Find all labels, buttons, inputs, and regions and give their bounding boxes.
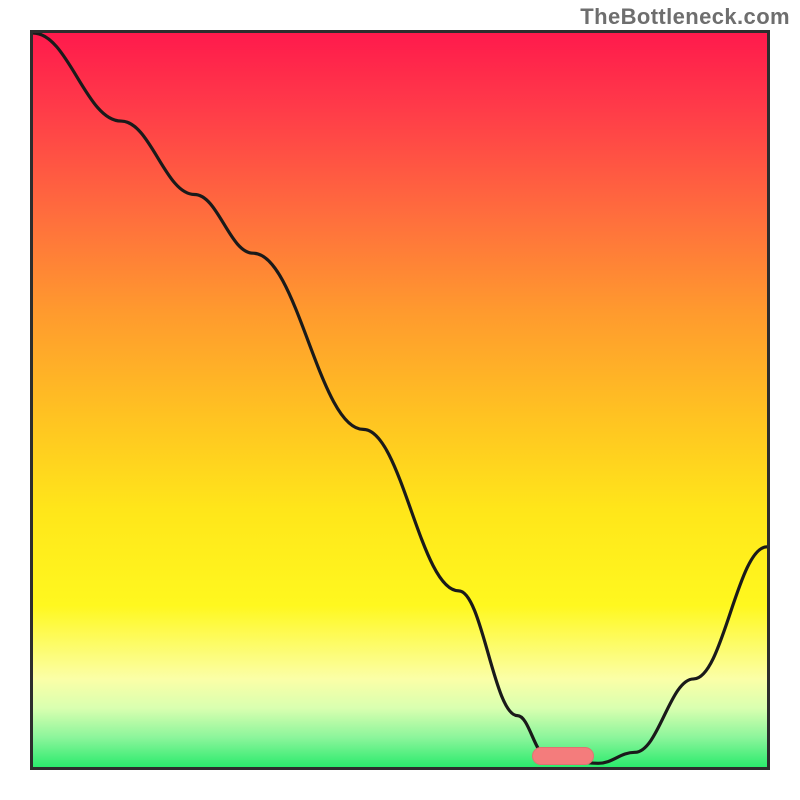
optimal-range-marker [532,747,594,765]
bottleneck-chart: TheBottleneck.com [0,0,800,800]
plot-area [30,30,770,770]
bottleneck-curve [33,33,767,767]
watermark-text: TheBottleneck.com [580,4,790,30]
